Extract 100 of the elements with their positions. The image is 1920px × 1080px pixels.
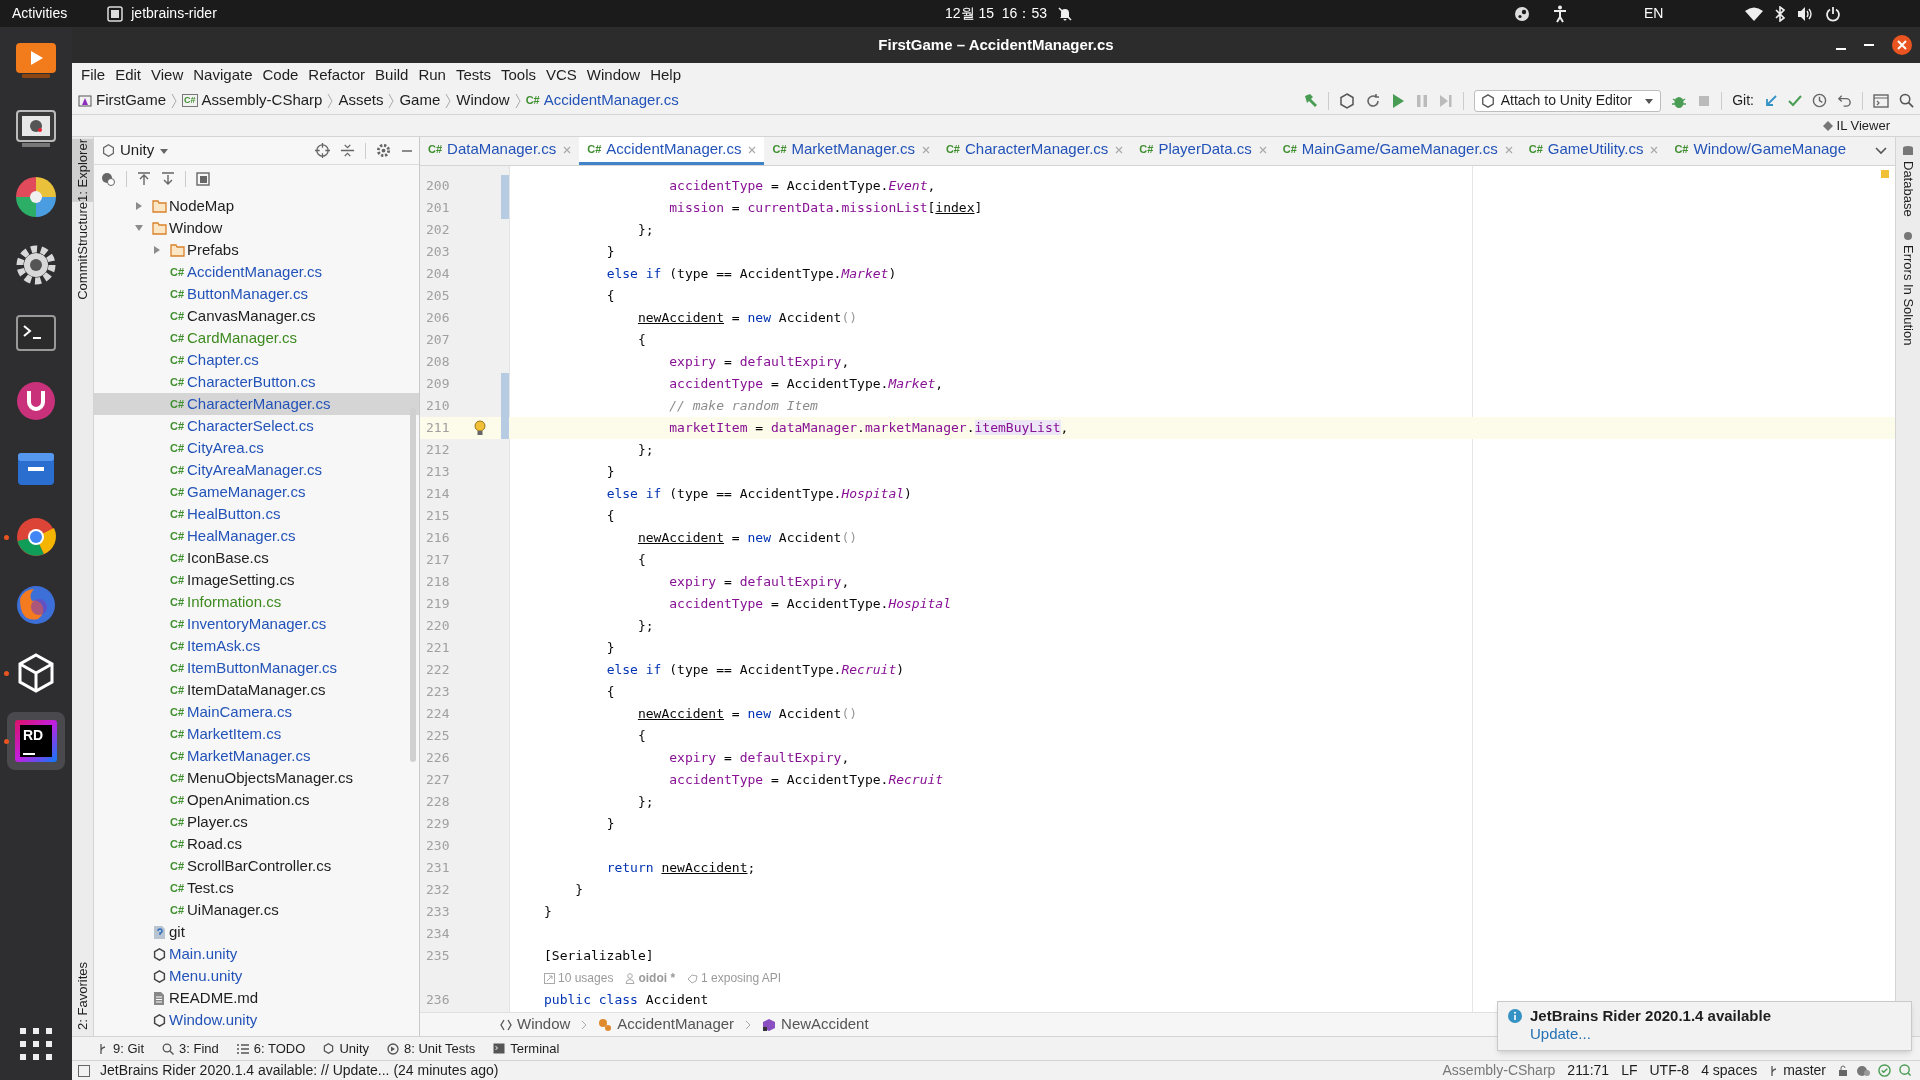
status-message[interactable]: JetBrains Rider 2020.1.4 available: // Update... (24 minutes ago): [100, 1060, 499, 1080]
tool-window-tab[interactable]: 2: Favorites: [72, 962, 93, 1030]
file-encoding[interactable]: UTF-8: [1649, 1060, 1690, 1080]
tree-row[interactable]: C# HealButton.cs: [94, 503, 419, 525]
menu-item[interactable]: VCS: [541, 63, 582, 87]
breadcrumb-item[interactable]: Game: [399, 89, 441, 112]
menu-item[interactable]: Refactor: [303, 63, 371, 87]
tree-row[interactable]: C# ItemDataManager.cs: [94, 679, 419, 701]
run-anything-button[interactable]: [1873, 93, 1889, 108]
tool-window-button[interactable]: Unity: [323, 1038, 369, 1059]
tree-row[interactable]: C# UiManager.cs: [94, 899, 419, 921]
editor-tab[interactable]: C# MarketManager.cs: [764, 137, 938, 165]
tree-row[interactable]: C# Information.cs: [94, 591, 419, 613]
keyboard-layout[interactable]: EN: [1644, 3, 1664, 24]
tree-row[interactable]: git: [94, 921, 419, 943]
git-branch[interactable]: master: [1769, 1060, 1826, 1080]
tree-row[interactable]: Menu.unity: [94, 965, 419, 987]
tree-row[interactable]: C# MarketItem.cs: [94, 723, 419, 745]
tree-row[interactable]: Window.unity: [94, 1009, 419, 1031]
tree-row[interactable]: Main.unity: [94, 943, 419, 965]
tree-row[interactable]: C# Player.cs: [94, 811, 419, 833]
menu-item[interactable]: File: [76, 63, 111, 87]
editor-tab[interactable]: C# CharacterManager.cs: [937, 137, 1132, 165]
indent-setting[interactable]: 4 spaces: [1701, 1060, 1758, 1080]
tree-row[interactable]: C# ButtonManager.cs: [94, 283, 419, 305]
tree-row[interactable]: C# MainCamera.cs: [94, 701, 419, 723]
tree-row[interactable]: C# ItemButtonManager.cs: [94, 657, 419, 679]
editor-tab[interactable]: C# DataManager.cs: [420, 137, 580, 165]
app-launcher-button[interactable]: RD: [7, 712, 65, 770]
tool-window-tab[interactable]: 1: Explorer: [72, 139, 93, 202]
clock[interactable]: 12월 15 16：53: [945, 3, 1047, 24]
tree-row[interactable]: C# InventoryManager.cs: [94, 613, 419, 635]
run-configuration-dropdown[interactable]: Attach to Unity Editor: [1473, 89, 1662, 112]
editor-tab[interactable]: C# AccidentManager.cs: [579, 137, 765, 165]
menu-item[interactable]: Tests: [450, 63, 496, 87]
view-selector[interactable]: Unity: [102, 139, 170, 162]
breadcrumb-item[interactable]: FirstGame: [78, 89, 166, 112]
tree-row[interactable]: Prefabs: [94, 239, 419, 261]
breadcrumb-item[interactable]: C# Assembly-CSharp: [182, 89, 323, 112]
tool-window-button[interactable]: 6: TODO: [236, 1038, 306, 1059]
history-button[interactable]: [1812, 93, 1827, 108]
breadcrumb-item[interactable]: NewAccident: [762, 1013, 869, 1036]
locate-button[interactable]: [315, 143, 330, 158]
tree-row[interactable]: NodeMap: [94, 195, 419, 217]
tool-window-button[interactable]: Terminal: [493, 1038, 560, 1059]
menu-item[interactable]: Build: [370, 63, 414, 87]
change-marker[interactable]: [501, 175, 509, 197]
move-up-button[interactable]: [137, 172, 151, 186]
breadcrumb-item[interactable]: Window: [500, 1013, 571, 1036]
app-menu[interactable]: jetbrains-rider: [107, 3, 217, 24]
warning-marker[interactable]: [1881, 170, 1889, 178]
tree-row[interactable]: C# Test.cs: [94, 877, 419, 899]
tree-row[interactable]: C# CityAreaManager.cs: [94, 459, 419, 481]
change-marker[interactable]: [501, 417, 509, 439]
move-down-button[interactable]: [161, 172, 175, 186]
tree-row[interactable]: C# CardManager.cs: [94, 327, 419, 349]
tab-list-button[interactable]: [1875, 147, 1887, 155]
update-project-button[interactable]: [1764, 93, 1778, 108]
change-marker[interactable]: [501, 373, 509, 395]
menu-item[interactable]: Edit: [110, 63, 147, 87]
caret-position[interactable]: 211:71: [1567, 1060, 1610, 1080]
tree-row[interactable]: Window: [94, 217, 419, 239]
breadcrumb-item[interactable]: C# AccidentManager.cs: [525, 89, 679, 112]
tool-window-tab[interactable]: Errors In Solution: [1898, 230, 1918, 346]
tree-row[interactable]: C# ItemAsk.cs: [94, 635, 419, 657]
collapse-all-button[interactable]: [340, 143, 355, 158]
menu-item[interactable]: Run: [413, 63, 451, 87]
settings-button[interactable]: [376, 143, 391, 158]
line-separator[interactable]: LF: [1621, 1060, 1638, 1080]
tool-window-button[interactable]: 9: Git: [98, 1038, 145, 1059]
editor-tab[interactable]: C# MainGame/GameManager.cs: [1274, 137, 1521, 165]
tool-window-button[interactable]: 8: Unit Tests: [387, 1038, 476, 1059]
tree-row[interactable]: C# Chapter.cs: [94, 349, 419, 371]
breadcrumb-item[interactable]: Window: [456, 89, 510, 112]
tree-row[interactable]: C# MenuObjectsManager.cs: [94, 767, 419, 789]
editor-tab[interactable]: C# PlayerData.cs: [1131, 137, 1275, 165]
editor-tab[interactable]: C# Window/GameManage: [1666, 137, 1855, 165]
il-viewer-button[interactable]: IL Viewer: [1822, 115, 1890, 136]
close-button[interactable]: [1892, 35, 1912, 55]
menu-item[interactable]: Tools: [495, 63, 541, 87]
activities-button[interactable]: Activities: [12, 3, 68, 24]
show-ignored-button[interactable]: [100, 171, 116, 187]
menu-item[interactable]: Navigate: [188, 63, 258, 87]
tree-row[interactable]: README.md: [94, 987, 419, 1009]
menu-item[interactable]: View: [146, 63, 189, 87]
project-context[interactable]: Assembly-CSharp: [1442, 1060, 1556, 1080]
tree-row[interactable]: C# HealManager.cs: [94, 525, 419, 547]
tool-window-tab[interactable]: Commit: [72, 254, 93, 300]
rollback-button[interactable]: [1837, 93, 1852, 108]
breadcrumb-item[interactable]: Assets: [338, 89, 384, 112]
menu-item[interactable]: Code: [257, 63, 304, 87]
tree-row[interactable]: C# ScrollBarController.cs: [94, 855, 419, 877]
menu-item[interactable]: Window: [581, 63, 646, 87]
tree-row[interactable]: C# GameManager.cs: [94, 481, 419, 503]
tree-row[interactable]: C# CharacterButton.cs: [94, 371, 419, 393]
tree-row[interactable]: C# AccidentManager.cs: [94, 261, 419, 283]
tree-row[interactable]: C# CharacterSelect.cs: [94, 415, 419, 437]
tree-row[interactable]: C# ImageSetting.cs: [94, 569, 419, 591]
tool-window-tab[interactable]: Structure: [72, 201, 93, 255]
tool-window-tab[interactable]: Database: [1898, 145, 1918, 217]
